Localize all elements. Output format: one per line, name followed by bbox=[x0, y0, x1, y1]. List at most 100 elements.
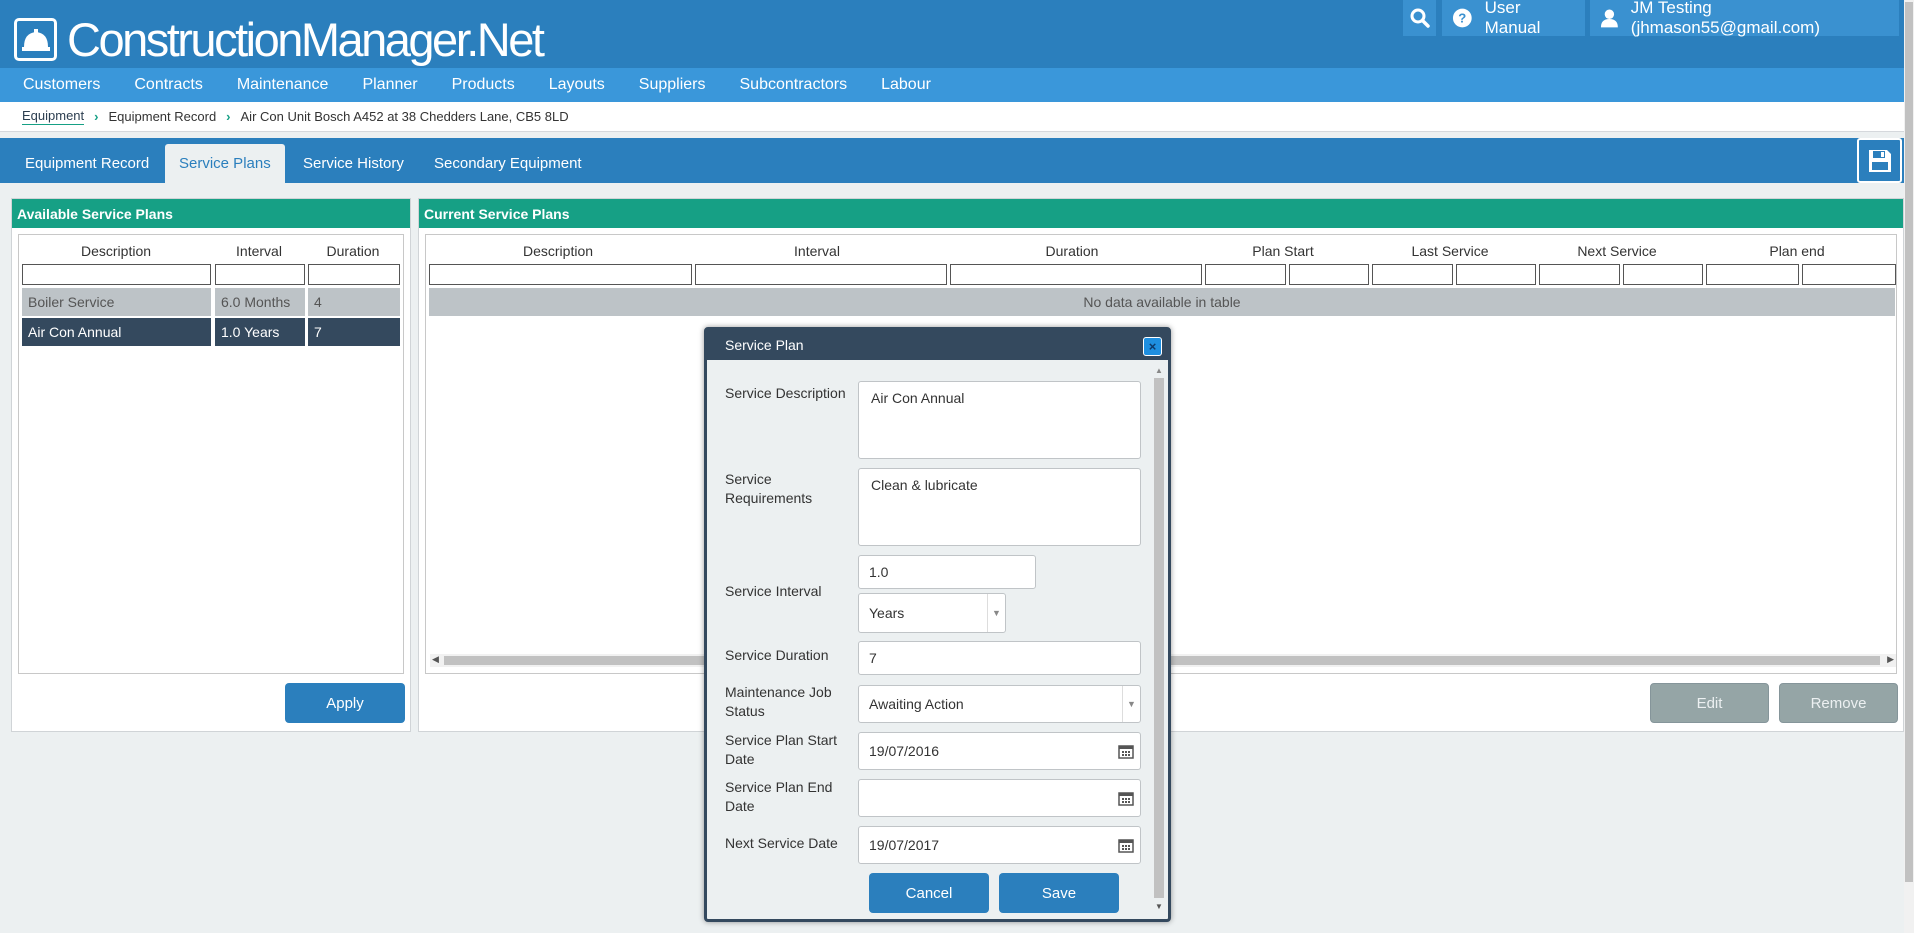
job-status-select[interactable]: Awaiting Action ▼ bbox=[858, 685, 1141, 723]
hardhat-icon bbox=[14, 18, 57, 61]
scroll-left-icon[interactable]: ◀ bbox=[432, 654, 439, 665]
calendar-icon[interactable] bbox=[1118, 743, 1134, 759]
close-icon[interactable]: × bbox=[1143, 337, 1162, 356]
column-header[interactable]: Interval bbox=[691, 243, 943, 259]
app-logo[interactable]: ConstructionManager.Net bbox=[14, 12, 545, 67]
service-description-label: Service Description bbox=[725, 385, 846, 401]
column-header[interactable]: Plan Start bbox=[1201, 243, 1365, 259]
nav-subcontractors[interactable]: Subcontractors bbox=[727, 76, 861, 94]
filter-input[interactable] bbox=[1205, 264, 1286, 285]
edit-button[interactable]: Edit bbox=[1650, 683, 1769, 723]
table-cell[interactable]: 4 bbox=[308, 288, 400, 316]
nav-suppliers[interactable]: Suppliers bbox=[626, 76, 719, 94]
filter-input[interactable] bbox=[1456, 264, 1536, 285]
table-cell[interactable]: 1.0 Years bbox=[215, 318, 305, 346]
save-record-button[interactable] bbox=[1857, 138, 1902, 183]
chevron-right-icon: › bbox=[94, 109, 99, 124]
column-header[interactable]: Next Service bbox=[1535, 243, 1699, 259]
service-requirements-label: Service Requirements bbox=[725, 471, 813, 506]
service-interval-field[interactable]: 1.0 bbox=[858, 555, 1036, 589]
tab-service-history[interactable]: Service History bbox=[289, 144, 418, 183]
job-status-value: Awaiting Action bbox=[869, 696, 964, 712]
chevron-down-icon: ▼ bbox=[1122, 686, 1140, 722]
chevron-right-icon: › bbox=[226, 109, 231, 124]
filter-input[interactable] bbox=[950, 264, 1202, 285]
breadcrumb-equipment[interactable]: Equipment bbox=[22, 108, 85, 125]
record-tabs: Equipment Record Service Plans Service H… bbox=[0, 138, 1904, 183]
column-header[interactable]: Duration bbox=[307, 243, 399, 259]
next-service-date-field[interactable]: 19/07/2017 bbox=[858, 826, 1141, 864]
tab-equipment-record[interactable]: Equipment Record bbox=[11, 144, 163, 183]
column-header[interactable]: Description bbox=[428, 243, 688, 259]
cancel-button[interactable]: Cancel bbox=[869, 873, 989, 913]
filter-duration-input[interactable] bbox=[308, 264, 400, 285]
calendar-icon[interactable] bbox=[1118, 837, 1134, 853]
filter-input[interactable] bbox=[1289, 264, 1369, 285]
service-requirements-field[interactable]: Clean & lubricate bbox=[858, 468, 1141, 546]
nav-planner[interactable]: Planner bbox=[349, 76, 430, 94]
svg-text:?: ? bbox=[1458, 11, 1466, 26]
scroll-thumb[interactable] bbox=[1154, 378, 1164, 898]
nav-customers[interactable]: Customers bbox=[10, 76, 113, 94]
user-manual-label: User Manual bbox=[1484, 0, 1541, 37]
interval-unit-select[interactable]: Years ▼ bbox=[858, 593, 1006, 633]
plan-start-date-label: Service Plan Start Date bbox=[725, 732, 838, 767]
available-plans-table: Description Interval Duration Boiler Ser… bbox=[18, 234, 404, 674]
column-header[interactable]: Duration bbox=[946, 243, 1198, 259]
filter-input[interactable] bbox=[1623, 264, 1703, 285]
filter-input[interactable] bbox=[695, 264, 947, 285]
scroll-up-icon[interactable]: ▲ bbox=[1155, 366, 1163, 375]
table-cell[interactable]: 6.0 Months bbox=[215, 288, 305, 316]
column-header[interactable]: Description bbox=[21, 243, 211, 259]
filter-input[interactable] bbox=[1539, 264, 1620, 285]
service-interval-label: Service Interval bbox=[725, 583, 822, 599]
user-menu-button[interactable]: JM Testing (jhmason55@gmail.com) bbox=[1590, 0, 1899, 37]
tab-service-plans[interactable]: Service Plans bbox=[165, 144, 285, 183]
search-button[interactable] bbox=[1403, 0, 1436, 36]
app-title: ConstructionManager.Net bbox=[67, 13, 545, 66]
filter-interval-input[interactable] bbox=[215, 264, 305, 285]
filter-input[interactable] bbox=[1706, 264, 1799, 285]
plan-end-date-label: Service Plan End Date bbox=[725, 779, 833, 814]
filter-input[interactable] bbox=[429, 264, 692, 285]
calendar-icon[interactable] bbox=[1118, 790, 1134, 806]
breadcrumb-current: Air Con Unit Bosch A452 at 38 Chedders L… bbox=[240, 109, 569, 124]
user-name: JM Testing (jhmason55@gmail.com) bbox=[1630, 0, 1820, 37]
column-header[interactable]: Interval bbox=[214, 243, 304, 259]
filter-description-input[interactable] bbox=[22, 264, 211, 285]
plan-start-date-field[interactable]: 19/07/2016 bbox=[858, 732, 1141, 770]
nav-products[interactable]: Products bbox=[439, 76, 528, 94]
nav-labour[interactable]: Labour bbox=[868, 76, 944, 94]
table-cell[interactable]: 7 bbox=[308, 318, 400, 346]
breadcrumb: Equipment › Equipment Record › Air Con U… bbox=[0, 102, 1904, 132]
user-icon bbox=[1600, 9, 1618, 28]
service-plan-dialog: Service Plan × Service Description Air C… bbox=[704, 327, 1171, 922]
apply-button[interactable]: Apply bbox=[285, 683, 405, 723]
remove-button[interactable]: Remove bbox=[1779, 683, 1898, 723]
tab-secondary-equipment[interactable]: Secondary Equipment bbox=[420, 144, 596, 183]
dialog-scrollbar[interactable]: ▲ ▼ bbox=[1154, 366, 1165, 911]
scroll-down-icon[interactable]: ▼ bbox=[1155, 902, 1163, 911]
save-button[interactable]: Save bbox=[999, 873, 1119, 913]
breadcrumb-equipment-record[interactable]: Equipment Record bbox=[109, 109, 217, 124]
table-cell[interactable]: Boiler Service bbox=[22, 288, 211, 316]
plan-end-date-field[interactable] bbox=[858, 779, 1141, 817]
service-description-field[interactable]: Air Con Annual bbox=[858, 381, 1141, 459]
column-header[interactable]: Last Service bbox=[1368, 243, 1532, 259]
chevron-down-icon: ▼ bbox=[987, 594, 1005, 632]
scroll-thumb[interactable] bbox=[1905, 2, 1913, 882]
scroll-right-icon[interactable]: ▶ bbox=[1887, 654, 1894, 665]
service-duration-field[interactable]: 7 bbox=[858, 641, 1141, 675]
plan-start-date-value: 19/07/2016 bbox=[869, 743, 940, 759]
user-manual-button[interactable]: ? User Manual bbox=[1442, 0, 1585, 37]
column-header[interactable]: Plan end bbox=[1702, 243, 1892, 259]
nav-contracts[interactable]: Contracts bbox=[121, 76, 215, 94]
filter-input[interactable] bbox=[1372, 264, 1453, 285]
table-cell[interactable]: Air Con Annual bbox=[22, 318, 211, 346]
nav-layouts[interactable]: Layouts bbox=[536, 76, 618, 94]
nav-maintenance[interactable]: Maintenance bbox=[224, 76, 342, 94]
app-header: ConstructionManager.Net ? User Manual JM… bbox=[0, 0, 1904, 68]
available-plans-panel: Available Service Plans Description Inte… bbox=[11, 198, 411, 732]
filter-input[interactable] bbox=[1802, 264, 1896, 285]
page-vertical-scrollbar[interactable] bbox=[1904, 0, 1914, 933]
